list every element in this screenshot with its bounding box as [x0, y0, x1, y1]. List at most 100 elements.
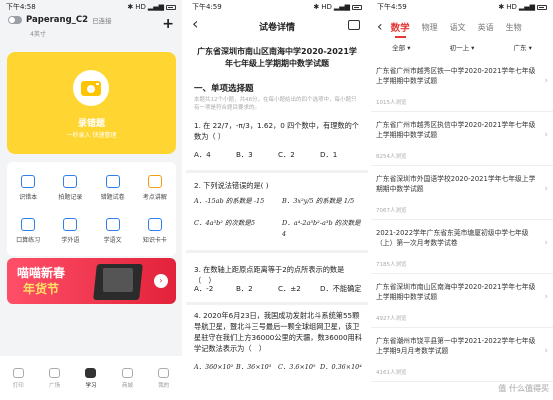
paper-icon — [105, 174, 120, 188]
item-views: 1015人浏览 — [376, 100, 407, 106]
banner-subtitle: 年货节 — [23, 282, 60, 296]
option: C．3.6×10⁵ — [278, 363, 316, 371]
mall-icon — [121, 367, 133, 378]
list-item[interactable]: 广东省深圳市南山区南海中学2020-2021学年七年级上学期期中数学试题 492… — [371, 274, 553, 328]
option: D．1 — [320, 150, 338, 159]
item-title: 2021-2022学年广东省东莞市塘厦初级中学七年级（上）第一次月考数学试卷 — [376, 229, 529, 247]
status-icons: ✱ HD ▂▄▆ — [498, 3, 547, 11]
signal-icon: ▂▄▆ — [147, 3, 164, 11]
printer-icon[interactable] — [348, 20, 360, 30]
tab-print[interactable]: 打印 — [12, 367, 24, 389]
filter-all[interactable]: 全部 ▾ — [371, 42, 432, 56]
item-views: 7185人浏览 — [376, 262, 407, 268]
tool-label: 错题试卷 — [100, 193, 125, 201]
question-2-option-d: D．a⁴-2a³b²-a³b 的次数是4 — [282, 219, 361, 238]
divider — [182, 0, 185, 400]
status-bar: 下午4:59 ✱ HD ▂▄▆ — [186, 0, 368, 14]
tab-biology[interactable]: 生物 — [506, 22, 522, 33]
back-icon[interactable]: ‹ — [377, 19, 383, 35]
tab-mine[interactable]: 我的 — [158, 367, 170, 389]
item-title: 广东省深圳市外国语学校2020-2021学年七年级上学期期中数学试题 — [376, 175, 536, 193]
option: A．-2 — [194, 284, 214, 293]
question-4-options: A．360×10² B．36×10³ C．3.6×10⁵ D．0.36×10⁴ — [194, 362, 362, 371]
tool-item[interactable]: 考点讲解 — [134, 166, 176, 209]
chevron-right-icon: › — [544, 238, 548, 248]
promo-banner[interactable]: 喵喵新春 年货节 › — [7, 258, 176, 304]
list-item[interactable]: 2021-2022学年广东省东莞市塘厦初级中学七年级（上）第一次月考数学试卷 7… — [371, 220, 553, 274]
add-icon[interactable]: + — [162, 16, 174, 32]
filter-region[interactable]: 广东 ▾ — [492, 42, 553, 56]
tool-item[interactable]: 识错本 — [7, 166, 49, 209]
tab-math[interactable]: 数学 — [391, 20, 410, 38]
separator — [186, 170, 368, 173]
tab-label: 我的 — [158, 382, 170, 389]
status-icons: ✱ HD ▂▄▆ — [127, 3, 176, 11]
option: B．2 — [236, 284, 253, 293]
home-screen: 下午4:58 ✱ HD ▂▄▆ Paperang_C2 已连接 4英寸 + 录错… — [0, 0, 182, 400]
signal-icon: ▂▄▆ — [333, 3, 350, 11]
item-title: 广东省广州市越秀区铁一中学2020-2021学年七年级上学期期中数学试题 — [376, 67, 536, 85]
square-icon — [49, 367, 61, 378]
document-title: 广东省深圳市南山区南海中学2020-2021学年七年级上学期期中数学试题 — [197, 47, 357, 68]
status-time: 下午4:58 — [6, 3, 36, 11]
status-icons: ✱ HD ▂▄▆ — [313, 3, 362, 11]
tool-label: 知识卡卡 — [142, 236, 167, 244]
record-mistake-card[interactable]: 录错题 一秒录入 快速整理 — [7, 52, 176, 154]
page-title: 试卷详情 — [258, 22, 295, 33]
question-4: 4. 2020年6月23日，我国成功发射北斗系统第55颗导航卫星，暨北斗三号最后… — [194, 311, 362, 353]
status-time: 下午4:59 — [377, 3, 407, 11]
item-views: 4927人浏览 — [376, 316, 407, 322]
hero-subtitle: 一秒录入 快速整理 — [66, 132, 117, 139]
notebook-icon — [21, 174, 36, 188]
banner-title: 喵喵新春 — [17, 266, 66, 280]
camera-icon — [63, 174, 78, 188]
chevron-right-icon: › — [544, 346, 548, 356]
tool-item[interactable]: 错题试卷 — [92, 166, 134, 209]
list-item[interactable]: 广东省潮州市饶平县第一中学2021-2022学年七年级上学期9月月考数学试题 4… — [371, 328, 553, 382]
tab-chinese[interactable]: 语文 — [450, 22, 466, 33]
device-toggle-icon[interactable] — [8, 16, 22, 24]
hero-title: 录错题 — [77, 119, 105, 129]
list-item[interactable]: 广东省广州市越秀区铁一中学2020-2021学年七年级上学期期中数学试题 101… — [371, 58, 553, 112]
battery-icon — [166, 4, 176, 10]
option: D．0.36×10⁴ — [320, 363, 362, 371]
tool-item[interactable]: 学外语 — [49, 209, 91, 252]
option: A．360×10² — [194, 363, 234, 371]
tool-item[interactable]: 学语文 — [92, 209, 134, 252]
tab-mall[interactable]: 商城 — [121, 367, 133, 389]
question-2: 2. 下列说法错误的是( ) — [194, 181, 269, 190]
tab-square[interactable]: 广场 — [49, 367, 61, 389]
section-heading: 一、单项选择题 — [194, 84, 254, 94]
video-icon — [147, 174, 162, 188]
question-1: 1. 在 22/7，-π/3，1.62，0 四个数中，有理数的个数为（ ） — [194, 121, 359, 141]
bluetooth-icon: ✱ — [127, 3, 134, 11]
list-item[interactable]: 广东省深圳市外国语学校2020-2021学年七年级上学期期中数学试题 7067人… — [371, 166, 553, 220]
item-views: 8254人浏览 — [376, 154, 407, 160]
tab-english[interactable]: 英语 — [478, 22, 494, 33]
item-title: 广东省深圳市南山区南海中学2020-2021学年七年级上学期期中数学试题 — [376, 283, 536, 301]
printer-icon — [12, 367, 24, 378]
device-connection[interactable]: Paperang_C2 已连接 — [8, 15, 112, 25]
tool-label: 考点讲解 — [142, 193, 167, 201]
tool-item[interactable]: 知识卡卡 — [134, 209, 176, 252]
tool-label: 学语文 — [103, 236, 122, 244]
question-3-options: A．-2 B．2 C．±2 D．不能确定 — [194, 284, 362, 294]
paper-list: 广东省广州市越秀区铁一中学2020-2021学年七年级上学期期中数学试题 101… — [371, 58, 553, 382]
banner-go-icon[interactable]: › — [154, 274, 168, 288]
tool-item[interactable]: 拍题记录 — [49, 166, 91, 209]
item-views: 4161人浏览 — [376, 370, 407, 376]
question-3: 3. 在数轴上距原点距离等于2的点所表示的数是（ ） — [194, 265, 345, 285]
tool-label: 口算练习 — [16, 236, 41, 244]
question-2-option-a: A．-15ab 的系数是 -15 — [194, 197, 265, 205]
paper-detail-screen: 下午4:59 ✱ HD ▂▄▆ ‹ 试卷详情 广东省深圳市南山区南海中学2020… — [186, 0, 368, 400]
tool-item[interactable]: 口算练习 — [7, 209, 49, 252]
subject-tabs: ‹ 数学 物理 语文 英语 生物 — [371, 18, 553, 38]
filter-grade[interactable]: 初一上 ▾ — [432, 42, 493, 56]
question-2-option-c: C．4a³b² 的次数是5 — [194, 219, 256, 227]
product-image-inner — [103, 268, 133, 292]
tool-label: 学外语 — [61, 236, 80, 244]
chevron-right-icon: › — [544, 184, 548, 194]
tab-study[interactable]: 学习 — [85, 367, 96, 389]
tab-physics[interactable]: 物理 — [422, 22, 438, 33]
list-item[interactable]: 广东省广州市越秀区执信中学2020-2021学年七年级上学期期中数学试题 825… — [371, 112, 553, 166]
